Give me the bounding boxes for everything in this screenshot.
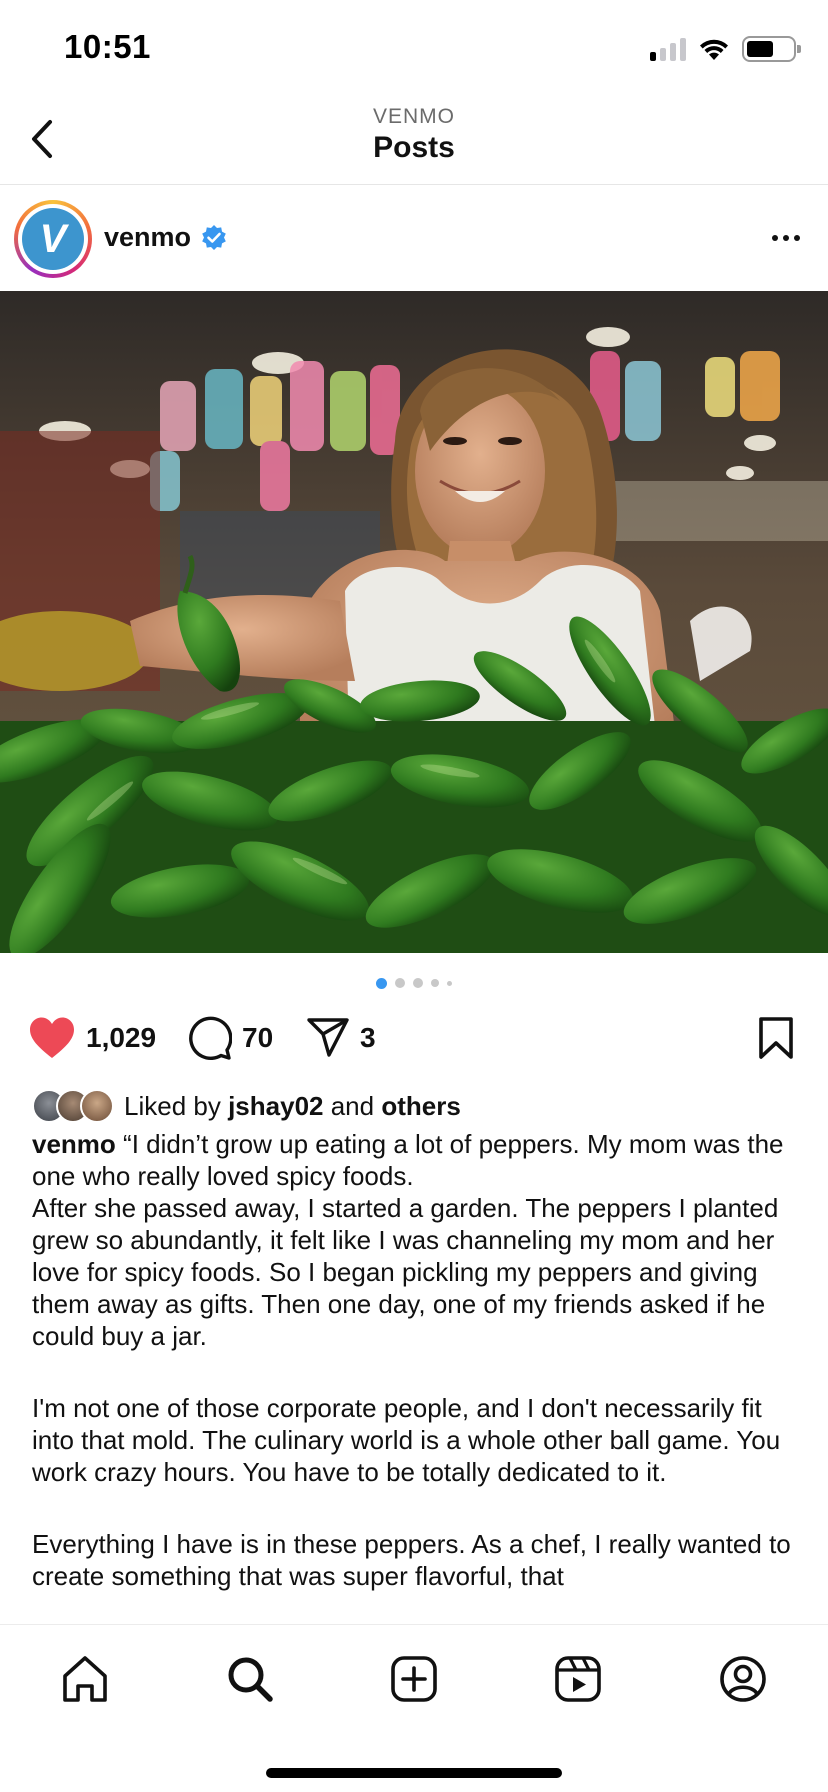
- create-post-icon: [391, 1656, 437, 1702]
- carousel-dot: [447, 980, 452, 986]
- share-count: 3: [360, 1022, 376, 1053]
- liked-by-row[interactable]: Liked by jshay02 and others: [32, 1086, 461, 1126]
- caption-username[interactable]: venmo: [32, 1129, 116, 1159]
- status-bar: 10:51: [0, 0, 828, 100]
- home-icon: [63, 1656, 107, 1702]
- liked-by-connector: and: [330, 1090, 375, 1121]
- carousel-dot: [395, 978, 405, 988]
- comment-action: 70: [186, 1010, 273, 1066]
- page-title: Posts: [373, 131, 455, 164]
- liker-avatar: [80, 1089, 114, 1123]
- battery-icon: [742, 36, 801, 62]
- nav-search[interactable]: [220, 1649, 280, 1709]
- header: VENMO Posts: [0, 100, 828, 185]
- status-time: 10:51: [64, 28, 151, 65]
- comment-icon[interactable]: [186, 1015, 232, 1061]
- caption-paragraph: venmo “I didn’t grow up eating a lot of …: [32, 1128, 802, 1192]
- verified-badge-icon: [202, 225, 226, 250]
- like-count: 1,029: [86, 1022, 157, 1053]
- cellular-signal-icon: [650, 37, 686, 61]
- post-photo: [0, 291, 828, 953]
- avatar-letter: V: [39, 216, 67, 261]
- carousel-dot: [413, 978, 423, 988]
- action-bar: 1,029 70 3: [0, 1010, 828, 1066]
- liked-by-prefix: Liked by: [124, 1090, 221, 1121]
- caption-first-line: “I didn’t grow up eating a lot of pepper…: [32, 1129, 784, 1191]
- caption-paragraph: After she passed away, I started a garde…: [32, 1193, 779, 1351]
- nav-home[interactable]: [55, 1649, 115, 1709]
- heart-icon[interactable]: [28, 1016, 76, 1060]
- liker-avatars: [32, 1089, 114, 1123]
- reels-icon: [555, 1656, 601, 1702]
- post-caption: venmo “I didn’t grow up eating a lot of …: [32, 1128, 802, 1622]
- carousel-dot: [431, 979, 439, 987]
- like-action: 1,029: [28, 1010, 156, 1066]
- carousel-dot: [376, 977, 387, 989]
- caption-paragraph: Everything I have is in these peppers. A…: [32, 1529, 791, 1591]
- header-subtitle: VENMO: [372, 105, 455, 128]
- nav-create[interactable]: [384, 1649, 444, 1709]
- post-header: V venmo: [0, 186, 828, 291]
- avatar[interactable]: V: [14, 200, 92, 278]
- comment-count: 70: [242, 1022, 274, 1053]
- bookmark-icon: [759, 1017, 793, 1059]
- liked-by-user[interactable]: jshay02: [228, 1091, 323, 1121]
- share-icon[interactable]: [306, 1017, 350, 1059]
- home-indicator[interactable]: [266, 1768, 562, 1778]
- nav-reels[interactable]: [548, 1649, 608, 1709]
- liked-by-text: Liked by jshay02 and others: [124, 1091, 461, 1122]
- bookmark-button[interactable]: [754, 1016, 798, 1060]
- search-icon: [228, 1657, 273, 1702]
- post-username[interactable]: venmo: [104, 222, 191, 253]
- bottom-nav: [0, 1624, 828, 1792]
- more-options-button[interactable]: [766, 220, 806, 256]
- caption-paragraph: I'm not one of those corporate people, a…: [32, 1393, 781, 1487]
- nav-profile[interactable]: [713, 1649, 773, 1709]
- liked-by-others[interactable]: others: [381, 1091, 460, 1121]
- wifi-icon: [700, 39, 728, 60]
- profile-icon: [720, 1656, 766, 1702]
- carousel-dots: [0, 976, 828, 990]
- venmo-logo: V: [22, 208, 84, 270]
- post-image[interactable]: [0, 291, 828, 953]
- share-action: 3: [306, 1010, 376, 1066]
- status-icons: [650, 36, 801, 62]
